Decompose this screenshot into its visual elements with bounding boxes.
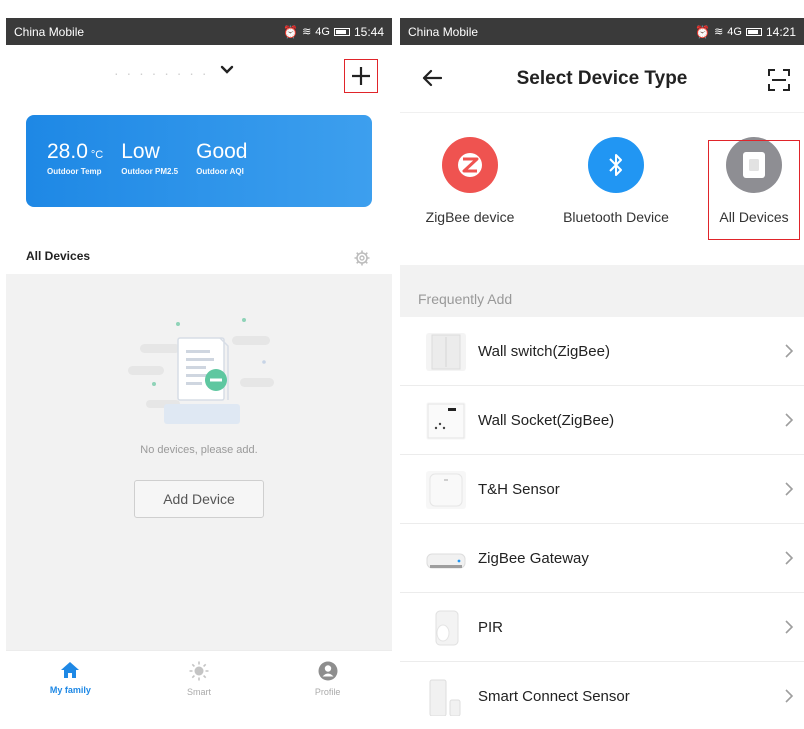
chevron-down-icon[interactable] [220,63,234,77]
chevron-right-icon [785,551,794,565]
nav-profile[interactable]: Profile [263,651,392,718]
wifi-icon: ≋ [302,26,312,38]
aqi-label: Outdoor AQI [196,167,244,176]
weather-pm25: Low Outdoor PM2.5 [121,140,179,177]
type-zigbee[interactable]: ZigBee device [412,137,528,225]
gateway-icon [426,540,466,578]
nav-my-family[interactable]: My family [6,651,135,718]
network-type: 4G [315,25,330,38]
nav-smart[interactable]: Smart [135,651,264,718]
chevron-right-icon [785,344,794,358]
gear-icon[interactable] [354,250,370,266]
empty-devices-illustration-icon [128,318,274,424]
right-phone-screen: China Mobile ⏰ ≋ 4G 14:21 Select Device … [400,18,804,718]
device-tabs: All Devices [6,239,392,279]
status-icons: ⏰ ≋ 4G 15:44 [283,25,384,39]
device-name: T&H Sensor [478,481,560,498]
bottom-navigation: My family Smart Profile [6,650,392,718]
zigbee-glyph-icon [458,153,482,177]
carrier-label: China Mobile [14,24,85,39]
empty-state: No devices, please add. Add Device [6,274,392,650]
bluetooth-glyph-icon [609,154,622,176]
bluetooth-icon [588,137,644,193]
chevron-right-icon [785,689,794,703]
weather-section: 28.0 °C Outdoor Temp Low Outdoor PM2.5 Go… [6,107,392,239]
home-header: · · · · · · · · [6,45,392,107]
nav-label-smart: Smart [187,687,212,697]
battery-icon [745,27,762,36]
alarm-icon: ⏰ [283,24,299,39]
device-name: Wall Socket(ZigBee) [478,412,615,429]
pm25-value: Low [121,140,160,163]
wall-switch-icon [426,333,466,371]
wifi-icon: ≋ [714,26,724,38]
temp-label: Outdoor Temp [47,167,102,176]
door-sensor-icon [426,678,466,717]
select-type-header: Select Device Type [400,45,804,113]
aqi-value: Good [196,140,248,163]
pir-sensor-icon [426,609,466,647]
device-name: ZigBee Gateway [478,550,589,567]
type-bluetooth[interactable]: Bluetooth Device [558,137,674,225]
add-device-button[interactable]: Add Device [134,480,264,518]
chevron-right-icon [785,413,794,427]
profile-icon [318,661,338,681]
list-item[interactable]: Wall Socket(ZigBee) [400,386,804,455]
list-item[interactable]: Smart Connect Sensor [400,662,804,718]
add-button[interactable] [344,59,378,93]
list-item[interactable]: Wall switch(ZigBee) [400,317,804,386]
empty-message: No devices, please add. [140,444,258,456]
pm25-label: Outdoor PM2.5 [121,167,179,176]
type-label-bluetooth: Bluetooth Device [563,209,669,225]
clock: 14:21 [765,24,796,39]
tab-all-devices[interactable]: All Devices [26,249,90,263]
zigbee-icon [442,137,498,193]
device-name: PIR [478,619,504,636]
plus-icon [352,67,370,85]
weather-card[interactable]: 28.0 °C Outdoor Temp Low Outdoor PM2.5 Go… [26,115,372,207]
alarm-icon: ⏰ [695,24,711,39]
device-name: Wall switch(ZigBee) [478,343,610,360]
family-name[interactable]: · · · · · · · · [114,65,209,81]
th-sensor-icon [426,471,466,509]
frequently-add-header: Frequently Add [400,265,804,317]
status-bar: China Mobile ⏰ ≋ 4G 15:44 [6,18,392,45]
temp-unit: °C [90,149,104,161]
scan-icon[interactable] [768,69,790,91]
weather-aqi: Good Outdoor AQI [196,140,248,177]
list-item[interactable]: PIR [400,593,804,662]
chevron-right-icon [785,482,794,496]
left-phone-screen: China Mobile ⏰ ≋ 4G 15:44 · · · · · · · … [6,18,392,718]
network-type: 4G [727,25,742,38]
wall-socket-icon [426,402,466,440]
sun-icon [189,661,209,681]
chevron-right-icon [785,620,794,634]
nav-label-profile: Profile [314,687,341,697]
carrier-label: China Mobile [408,24,479,39]
battery-icon [333,27,350,36]
type-label-zigbee: ZigBee device [425,209,515,225]
nav-label-my-family: My family [49,685,91,695]
device-list: Wall switch(ZigBee) Wall Socket(ZigBee) … [400,317,804,718]
status-icons: ⏰ ≋ 4G 14:21 [695,25,796,39]
device-name: Smart Connect Sensor [478,688,630,705]
list-item[interactable]: ZigBee Gateway [400,524,804,593]
status-bar: China Mobile ⏰ ≋ 4G 14:21 [400,18,804,45]
all-devices-highlight [708,140,800,240]
temp-value: 28.0 [47,140,88,163]
page-title: Select Device Type [516,68,688,89]
home-icon [61,662,80,678]
weather-temp: 28.0 °C Outdoor Temp [47,140,104,177]
list-item[interactable]: T&H Sensor [400,455,804,524]
clock: 15:44 [353,24,384,39]
